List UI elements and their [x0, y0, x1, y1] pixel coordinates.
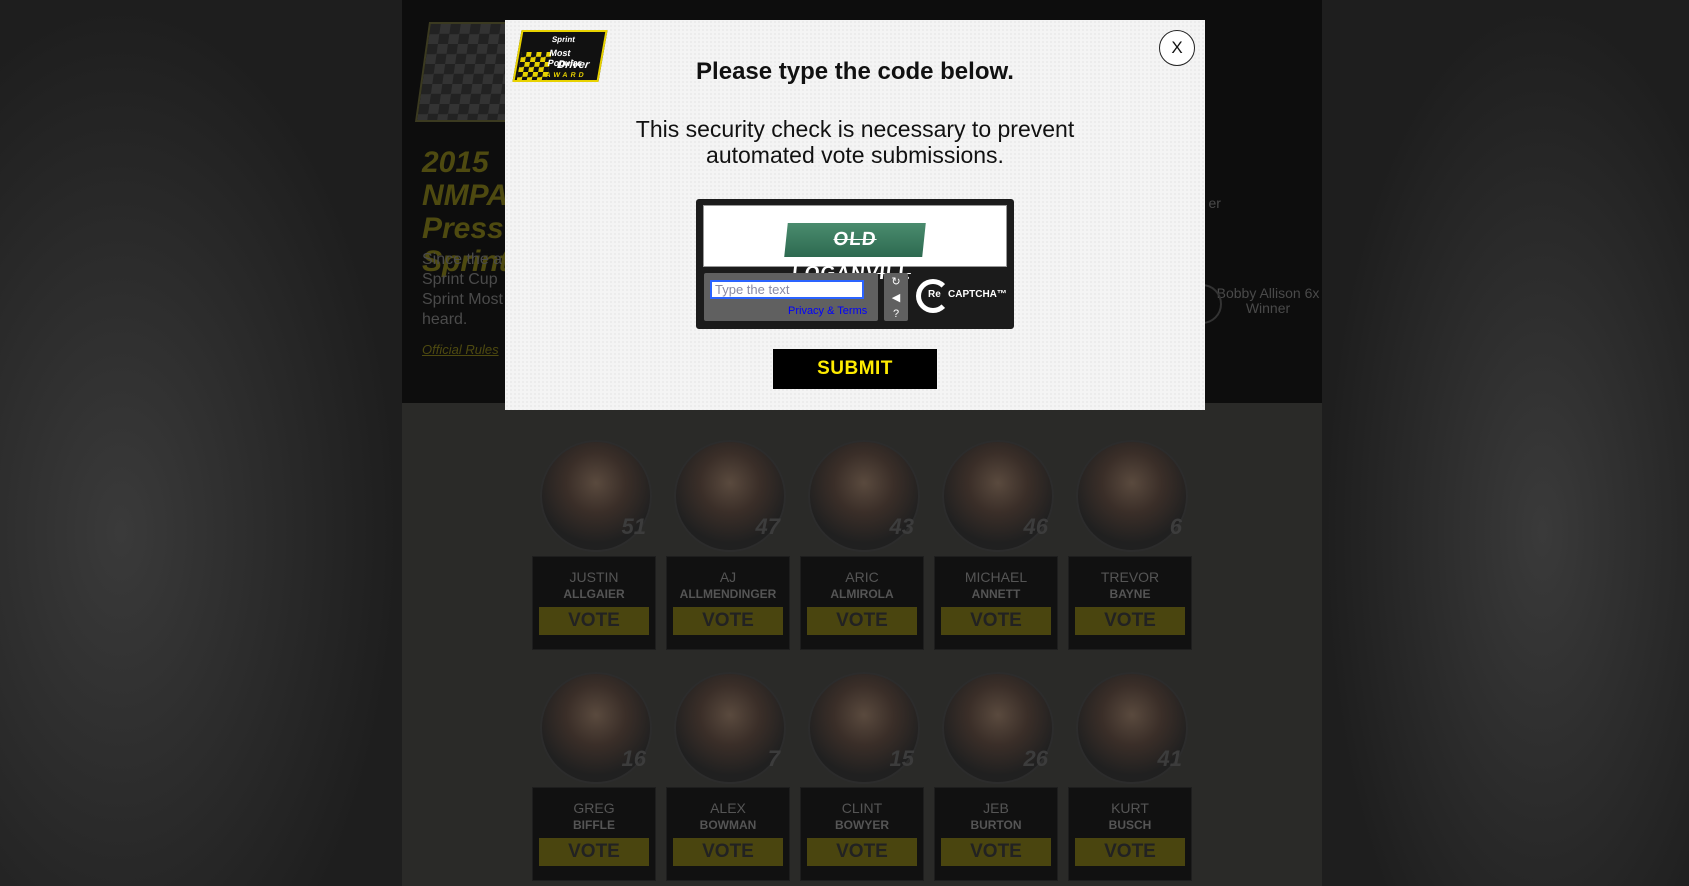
recaptcha-brand-re: Re: [928, 289, 941, 300]
captcha-image: OLD LOGANVILL: [784, 223, 926, 284]
logo-sponsor: Sprint: [551, 35, 576, 44]
captcha-input-area: Privacy & Terms: [704, 273, 878, 321]
captcha-image-box: OLD LOGANVILL: [703, 205, 1007, 284]
recaptcha-logo: Re CAPTCHA™: [916, 277, 1007, 317]
modal-title: Please type the code below.: [696, 58, 1014, 85]
submit-button[interactable]: SUBMIT: [773, 349, 937, 389]
captcha-tools: ↻ ◀ ?: [884, 273, 908, 321]
captcha-response-input[interactable]: [710, 280, 864, 299]
recaptcha-widget: OLD LOGANVILL Privacy & Terms ↻ ◀ ? Re C…: [696, 199, 1014, 329]
privacy-terms-link[interactable]: Privacy & Terms: [788, 305, 867, 317]
help-icon[interactable]: ?: [889, 307, 903, 321]
audio-icon[interactable]: ◀: [889, 291, 903, 305]
modal-description: This security check is necessary to prev…: [635, 116, 1075, 168]
recaptcha-brand-captcha: CAPTCHA™: [948, 289, 1007, 300]
captcha-modal: Sprint Most Popular Driver AWARD X Pleas…: [505, 20, 1205, 410]
reload-icon[interactable]: ↻: [889, 275, 903, 289]
